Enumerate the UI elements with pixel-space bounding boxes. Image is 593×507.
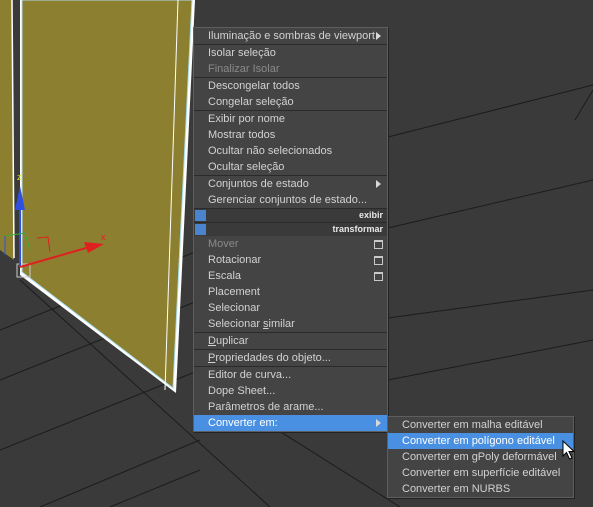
settings-box-icon[interactable] <box>374 272 383 281</box>
menu-item-placement[interactable]: Placement <box>194 284 387 300</box>
menu-item-escala[interactable]: Escala <box>194 268 387 284</box>
submenu-arrow-icon <box>376 180 381 188</box>
menu-item-rotacionar[interactable]: Rotacionar <box>194 252 387 268</box>
settings-box-icon[interactable] <box>374 240 383 249</box>
menu-item-label: Escala <box>208 270 242 282</box>
menu-item-label: Finalizar Isolar <box>208 63 280 75</box>
menu-item-converter-em-malha-editavel[interactable]: Converter em malha editável <box>388 417 573 433</box>
menu-item-label: Mostrar todos <box>208 129 276 141</box>
quadrant-indicator <box>195 210 206 221</box>
menu-item-label: Converter em NURBS <box>402 483 511 495</box>
menu-item-label: Duplicar <box>208 335 249 347</box>
menu-item-converter-em-superficie-editavel[interactable]: Converter em superfície editável <box>388 465 573 481</box>
quadrant-transformar[interactable]: transformar <box>194 222 387 236</box>
menu-item-label: Descongelar todos <box>208 80 300 92</box>
menu-item-iluminacao-e-sombras-de-viewport[interactable]: Iluminação e sombras de viewport <box>194 28 387 44</box>
menu-item-editor-de-curva[interactable]: Editor de curva... <box>194 367 387 383</box>
menu-item-label: Congelar seleção <box>208 96 294 108</box>
menu-item-label: Converter em polígono editável <box>402 435 555 447</box>
menu-item-label: Placement <box>208 286 260 298</box>
submenu-arrow-icon <box>376 32 381 40</box>
menu-item-parametros-de-arame[interactable]: Parâmetros de arame... <box>194 399 387 415</box>
menu-item-label: Selecionar <box>208 302 260 314</box>
menu-item-label: Exibir por nome <box>208 113 286 125</box>
settings-box-icon[interactable] <box>374 256 383 265</box>
quadrant-transformar-label: transformar <box>332 224 383 234</box>
menu-item-label: Editor de curva... <box>208 369 292 381</box>
menu-item-ocultar-nao-selecionados[interactable]: Ocultar não selecionados <box>194 143 387 159</box>
menu-item-label: Selecionar similar <box>208 318 295 330</box>
quadrant-indicator <box>195 224 206 235</box>
mouse-pointer-icon <box>562 440 576 460</box>
menu-item-label: Converter em superfície editável <box>402 467 561 479</box>
menu-item-label: Rotacionar <box>208 254 262 266</box>
menu-item-selecionar[interactable]: Selecionar <box>194 300 387 316</box>
menu-item-conjuntos-de-estado[interactable]: Conjuntos de estado <box>194 176 387 192</box>
menu-item-congelar-selecao[interactable]: Congelar seleção <box>194 94 387 110</box>
menu-item-label: Converter em: <box>208 417 278 429</box>
quadrant-exibir[interactable]: exibir <box>194 208 387 222</box>
menu-item-label: Gerenciar conjuntos de estado... <box>208 194 367 206</box>
menu-item-converter-em-poligono-editavel[interactable]: Converter em polígono editável <box>388 433 573 449</box>
menu-item-label: Converter em malha editável <box>402 419 543 431</box>
menu-item-label: Isolar seleção <box>208 47 276 59</box>
menu-item-converter-em-gpoly-deformavel[interactable]: Converter em gPoly deformável <box>388 449 573 465</box>
menu-item-label: Ocultar seleção <box>208 161 285 173</box>
menu-item-converter-em-nurbs[interactable]: Converter em NURBS <box>388 481 573 497</box>
menu-item-propriedades-do-objeto[interactable]: Propriedades do objeto... <box>194 350 387 366</box>
menu-item-label: Iluminação e sombras de viewport <box>208 30 375 42</box>
menu-item-selecionar-similar[interactable]: Selecionar similar <box>194 316 387 332</box>
menu-item-mover[interactable]: Mover <box>194 236 387 252</box>
menu-item-descongelar-todos[interactable]: Descongelar todos <box>194 78 387 94</box>
menu-item-label: Ocultar não selecionados <box>208 145 333 157</box>
quad-menu: Iluminação e sombras de viewport Isolar s… <box>193 27 388 432</box>
svg-text:x: x <box>101 232 106 242</box>
menu-item-label: Parâmetros de arame... <box>208 401 324 413</box>
svg-text:z: z <box>17 172 22 182</box>
quadrant-exibir-label: exibir <box>358 210 383 220</box>
submenu-arrow-icon <box>376 419 381 427</box>
convert-submenu: Converter em malha editável Converter em … <box>387 416 574 498</box>
menu-item-duplicar[interactable]: Duplicar <box>194 333 387 349</box>
menu-item-exibir-por-nome[interactable]: Exibir por nome <box>194 111 387 127</box>
menu-item-dope-sheet[interactable]: Dope Sheet... <box>194 383 387 399</box>
menu-item-converter-em[interactable]: Converter em: <box>194 415 387 431</box>
menu-item-isolar-selecao[interactable]: Isolar seleção <box>194 45 387 61</box>
menu-item-finalizar-isolar[interactable]: Finalizar Isolar <box>194 61 387 77</box>
menu-item-label: Conjuntos de estado <box>208 178 309 190</box>
menu-item-ocultar-selecao[interactable]: Ocultar seleção <box>194 159 387 175</box>
menu-item-label: Converter em gPoly deformável <box>402 451 557 463</box>
menu-item-gerenciar-conjuntos-de-estado[interactable]: Gerenciar conjuntos de estado... <box>194 192 387 208</box>
menu-item-mostrar-todos[interactable]: Mostrar todos <box>194 127 387 143</box>
menu-item-label: Dope Sheet... <box>208 385 276 397</box>
menu-item-label: Mover <box>208 238 239 250</box>
menu-item-label: Propriedades do objeto... <box>208 352 331 364</box>
